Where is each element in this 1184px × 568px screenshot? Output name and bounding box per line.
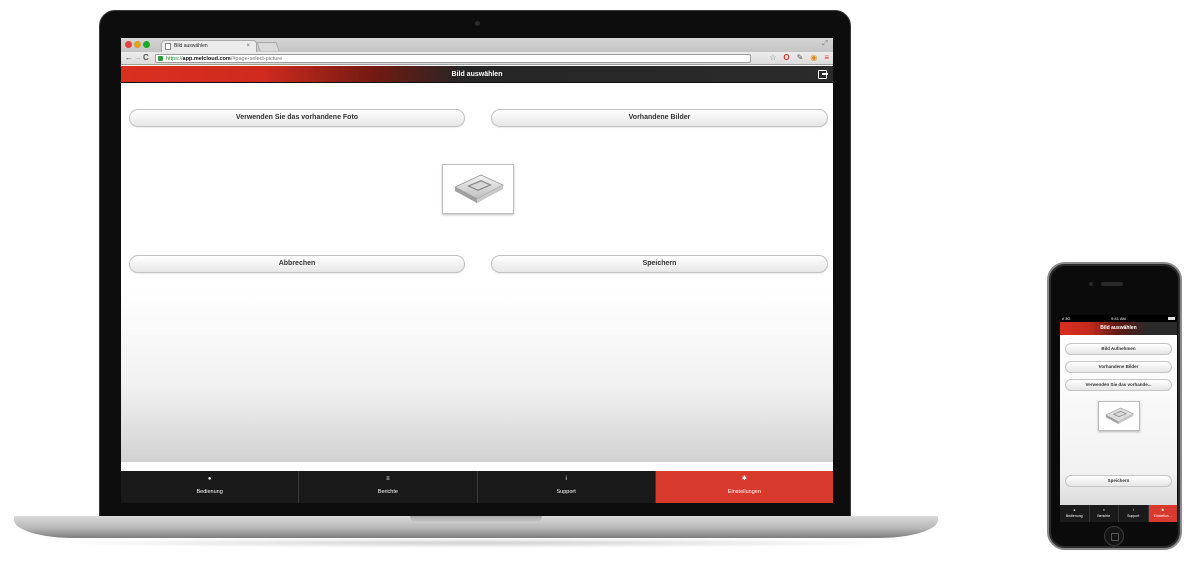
tab-label: Support [1127, 514, 1140, 518]
laptop-base [14, 516, 938, 538]
app-header: Bild auswählen [121, 66, 833, 83]
laptop-camera [475, 21, 480, 26]
tab-label: Einstellun... [1153, 514, 1172, 518]
tab-berichte[interactable]: ≡ Berichte [299, 471, 478, 503]
browser-tab-strip: Bild auswählen × ⤢ [121, 38, 833, 52]
tab-label: Einstellungen [727, 489, 761, 495]
back-arrow-icon[interactable]: ← [125, 53, 133, 63]
page-title: Bild auswählen [451, 71, 503, 78]
tab-support[interactable]: i Support [478, 471, 656, 503]
info-icon: i [565, 476, 567, 482]
save-button[interactable]: Speichern [491, 255, 828, 273]
use-existing-photo-button[interactable]: Verwenden Sie das vorhande... [1065, 379, 1172, 391]
laptop-screen: Bild auswählen × ⤢ ← → C https://app.mel… [121, 38, 833, 503]
laptop-opening-notch [410, 516, 542, 523]
window-maximize-icon[interactable] [143, 41, 150, 48]
selected-picture-thumbnail[interactable] [1098, 401, 1140, 431]
lock-icon [158, 56, 163, 61]
phone-tab-bar: ● Bedienung ≡ Berichte i Support ✱ Einst… [1060, 505, 1177, 522]
tab-einstellungen[interactable]: ✱ Einstellungen [655, 471, 833, 503]
fullscreen-icon[interactable]: ⤢ [822, 40, 828, 48]
tab-label: Berichte [1097, 514, 1111, 518]
ceiling-cassette-unit-image [454, 174, 504, 203]
phone-device: ıl 3G 9:41 AM Bild auswählen Bild Aufneh… [1047, 262, 1182, 550]
control-icon: ● [1073, 508, 1076, 512]
window-minimize-icon[interactable] [134, 41, 141, 48]
laptop-device: Bild auswählen × ⤢ ← → C https://app.mel… [99, 10, 851, 522]
tab-support[interactable]: i Support [1119, 505, 1149, 522]
tab-bedienung[interactable]: ● Bedienung [1060, 505, 1090, 522]
home-button[interactable] [1104, 526, 1124, 546]
browser-tab-title: Bild auswählen [174, 43, 208, 49]
browser-toolbar: ← → C https://app.melcloud.com/#page-sel… [121, 52, 833, 65]
existing-images-button[interactable]: Vorhandene Bilder [1065, 361, 1172, 373]
extension-o-icon[interactable]: O [783, 53, 789, 63]
menu-icon[interactable]: ≡ [824, 53, 829, 63]
address-bar[interactable]: https://app.melcloud.com/#page-select-pi… [155, 54, 751, 63]
page-icon [165, 43, 171, 50]
app-tab-bar: ● Bedienung ≡ Berichte i Support ✱ Einst… [121, 471, 833, 503]
tab-berichte[interactable]: ≡ Berichte [1090, 505, 1119, 522]
phone-camera [1089, 282, 1093, 286]
window-close-icon[interactable] [125, 41, 132, 48]
reports-icon: ≡ [1102, 508, 1105, 512]
bookmark-star-icon[interactable]: ☆ [769, 53, 776, 63]
phone-status-bar: ıl 3G 9:41 AM [1060, 315, 1177, 322]
reports-icon: ≡ [386, 476, 390, 482]
ceiling-cassette-unit-image [1105, 407, 1134, 424]
tab-label: Support [556, 489, 576, 495]
tab-close-icon[interactable]: × [246, 41, 250, 52]
selected-picture-thumbnail[interactable] [442, 164, 514, 214]
take-picture-button[interactable]: Bild Aufnehmen [1065, 343, 1172, 355]
phone-page-title: Bild auswählen [1060, 322, 1177, 335]
info-icon: i [1132, 508, 1134, 512]
wrench-icon[interactable]: ✎ [797, 53, 804, 63]
cancel-button[interactable]: Abbrechen [129, 255, 465, 273]
tab-label: Bedienung [1065, 514, 1083, 518]
new-tab-button[interactable] [256, 42, 280, 51]
url-path: /#page-select-picture [230, 56, 283, 62]
battery-icon [1168, 317, 1175, 320]
forward-arrow-icon[interactable]: → [134, 53, 142, 63]
phone-screen: ıl 3G 9:41 AM Bild auswählen Bild Aufneh… [1060, 315, 1177, 522]
tab-einstellungen[interactable]: ✱ Einstellun... [1148, 505, 1177, 522]
tab-label: Berichte [377, 489, 398, 495]
app-content: Verwenden Sie das vorhandene Foto Vorhan… [121, 84, 833, 462]
url-host: app.melcloud.com [182, 56, 231, 62]
settings-gear-icon: ✱ [741, 476, 747, 482]
browser-tab[interactable]: Bild auswählen × [161, 40, 257, 52]
extension-icon[interactable]: ◉ [810, 53, 817, 63]
status-time: 9:41 AM [1111, 316, 1126, 321]
settings-gear-icon: ✱ [1161, 508, 1165, 512]
laptop-shadow [40, 538, 910, 548]
logout-icon[interactable] [818, 70, 828, 79]
phone-speaker [1101, 282, 1123, 286]
use-existing-photo-button[interactable]: Verwenden Sie das vorhandene Foto [129, 109, 465, 127]
tab-bedienung[interactable]: ● Bedienung [121, 471, 300, 503]
existing-images-button[interactable]: Vorhandene Bilder [491, 109, 828, 127]
toolbar-icons: ☆ O ✎ ◉ ≡ [769, 53, 829, 63]
save-button[interactable]: Speichern [1065, 475, 1172, 487]
reload-icon[interactable]: C [143, 53, 149, 63]
control-icon: ● [207, 476, 212, 482]
tab-label: Bedienung [196, 489, 223, 495]
url-scheme: https:// [166, 56, 183, 62]
phone-content: Bild Aufnehmen Vorhandene Bilder Verwend… [1060, 335, 1177, 505]
